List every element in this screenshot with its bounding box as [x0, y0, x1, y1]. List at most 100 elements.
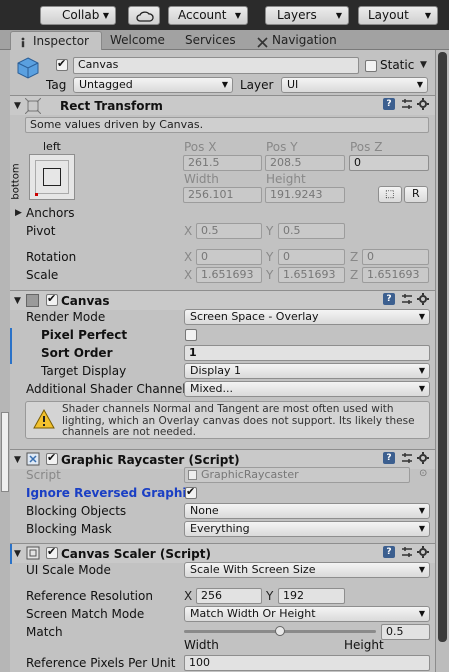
screen-match-mode-dropdown[interactable]: Match Width Or Height ▼ — [184, 606, 430, 622]
preset-icon[interactable] — [401, 546, 413, 558]
canvas-component-header[interactable]: ▼ Canvas ? — [10, 290, 435, 310]
blocking-mask-dropdown[interactable]: Everything ▼ — [184, 521, 430, 537]
account-button[interactable]: Account ▼ — [168, 6, 248, 25]
help-icon[interactable]: ? — [383, 293, 395, 305]
pixel-perfect-checkbox[interactable] — [185, 329, 197, 341]
ui-scale-mode-value: Scale With Screen Size — [190, 563, 316, 576]
object-name-field[interactable]: Canvas — [73, 57, 359, 74]
layout-label: Layout — [368, 8, 409, 22]
layout-button[interactable]: Layout ▼ — [358, 6, 438, 25]
pos-z-field[interactable]: 0 — [349, 155, 429, 171]
pixel-perfect-label: Pixel Perfect — [41, 328, 128, 342]
ui-scale-mode-dropdown[interactable]: Scale With Screen Size ▼ — [184, 562, 430, 578]
match-value-field[interactable]: 0.5 — [381, 624, 430, 640]
static-dropdown-icon[interactable]: ▼ — [420, 60, 427, 70]
active-checkbox[interactable] — [56, 57, 68, 71]
help-icon[interactable]: ? — [383, 452, 395, 464]
help-icon[interactable]: ? — [383, 98, 395, 110]
layer-dropdown[interactable]: UI ▼ — [281, 77, 428, 93]
ref-res-x-field[interactable]: 256 — [196, 588, 262, 604]
script-field[interactable]: GraphicRaycaster — [184, 467, 410, 483]
match-slider-thumb[interactable] — [275, 626, 285, 636]
layers-label: Layers — [277, 8, 317, 22]
scale-x-field[interactable]: 1.651693 — [196, 267, 262, 283]
foldout-expanded-icon[interactable]: ▼ — [14, 296, 21, 306]
preset-icon[interactable] — [401, 293, 413, 305]
script-label: Script — [26, 468, 61, 482]
shader-channels-value: Mixed... — [190, 382, 233, 395]
rot-x-field[interactable]: 0 — [196, 249, 262, 265]
pos-y-field[interactable]: 208.5 — [265, 155, 345, 171]
layers-button[interactable]: Layers ▼ — [265, 6, 349, 25]
canvas-enabled-checkbox[interactable] — [46, 292, 58, 306]
account-label: Account — [178, 8, 227, 22]
scrollbar-thumb[interactable] — [438, 52, 447, 642]
pos-z-label: Pos Z — [350, 140, 383, 154]
anchors-label[interactable]: Anchors — [26, 206, 75, 220]
anchor-preset-side-label: bottom — [10, 163, 22, 200]
target-display-dropdown[interactable]: Display 1 ▼ — [184, 363, 430, 379]
sort-order-field[interactable]: 1 — [184, 345, 430, 361]
rot-z-field[interactable]: 0 — [362, 249, 429, 265]
tab-inspector[interactable]: Inspector — [10, 31, 102, 50]
ref-ppu-field[interactable]: 100 — [184, 655, 430, 671]
anchor-presets-button[interactable] — [29, 154, 75, 200]
chevron-down-icon: ▼ — [418, 609, 425, 618]
driven-info-box: Some values driven by Canvas. — [25, 117, 429, 133]
cloud-button[interactable] — [128, 6, 160, 25]
screen-match-mode-value: Match Width Or Height — [190, 607, 316, 620]
gear-icon[interactable] — [417, 452, 429, 464]
chevron-down-icon: ▼ — [418, 366, 425, 375]
scale-z-axis: Z — [350, 268, 359, 282]
preset-icon[interactable] — [401, 98, 413, 110]
tab-welcome[interactable]: Welcome — [110, 31, 165, 50]
ref-ppu-label: Reference Pixels Per Unit — [26, 656, 176, 670]
height-field[interactable]: 191.9243 — [265, 187, 345, 203]
pivot-x-field[interactable]: 0.5 — [196, 223, 262, 239]
scale-x-axis: X — [184, 268, 193, 282]
canvas-component-icon — [26, 294, 39, 307]
inspector-scrollbar[interactable] — [435, 50, 449, 672]
rotation-label: Rotation — [26, 250, 77, 264]
scale-label: Scale — [26, 268, 59, 282]
scale-z-field[interactable]: 1.651693 — [362, 267, 429, 283]
foldout-expanded-icon[interactable]: ▼ — [14, 549, 21, 559]
raycaster-enabled-checkbox[interactable] — [46, 451, 58, 465]
gear-icon[interactable] — [417, 546, 429, 558]
tag-dropdown[interactable]: Untagged ▼ — [73, 77, 233, 93]
canvas-scaler-header[interactable]: ▼ Canvas Scaler (Script) ? — [10, 543, 435, 564]
ref-y-axis: Y — [266, 589, 274, 603]
rect-transform-header[interactable]: ▼ Rect Transform ? — [10, 95, 435, 115]
blocking-mask-value: Everything — [190, 522, 250, 535]
chevron-down-icon: ▼ — [416, 80, 423, 89]
chevron-down-icon: ▼ — [418, 524, 425, 533]
graphic-raycaster-header[interactable]: ▼ Graphic Raycaster (Script) ? — [10, 449, 435, 469]
tab-navigation[interactable]: Navigation — [256, 31, 337, 50]
preset-icon[interactable] — [401, 452, 413, 464]
scaler-enabled-checkbox[interactable] — [46, 545, 58, 559]
render-mode-dropdown[interactable]: Screen Space - Overlay ▼ — [184, 309, 430, 325]
static-checkbox[interactable] — [365, 60, 377, 72]
object-picker-icon[interactable]: ⊙ — [419, 468, 427, 479]
gear-icon[interactable] — [417, 98, 429, 110]
ref-res-y-field[interactable]: 192 — [278, 588, 345, 604]
rot-y-field[interactable]: 0 — [278, 249, 345, 265]
tab-services[interactable]: Services — [185, 31, 236, 50]
ignore-reversed-checkbox[interactable] — [185, 485, 197, 499]
foldout-expanded-icon[interactable]: ▼ — [14, 101, 21, 111]
width-field[interactable]: 256.101 — [183, 187, 262, 203]
foldout-expanded-icon[interactable]: ▼ — [14, 455, 21, 465]
help-icon[interactable]: ? — [383, 546, 395, 558]
chevron-down-icon: ▼ — [221, 80, 228, 89]
collab-button[interactable]: Collab ▼ — [40, 6, 116, 25]
scale-y-field[interactable]: 1.651693 — [278, 267, 345, 283]
gear-icon[interactable] — [417, 293, 429, 305]
pivot-y-field[interactable]: 0.5 — [278, 223, 345, 239]
tag-value: Untagged — [79, 78, 133, 91]
shader-channels-dropdown[interactable]: Mixed... ▼ — [184, 381, 430, 397]
pos-x-field[interactable]: 261.5 — [183, 155, 262, 171]
blueprint-mode-button[interactable]: ⬚ — [378, 186, 402, 203]
anchors-foldout-icon[interactable]: ▶ — [15, 208, 22, 218]
raw-edit-button[interactable]: R — [404, 186, 428, 203]
blocking-objects-dropdown[interactable]: None ▼ — [184, 503, 430, 519]
